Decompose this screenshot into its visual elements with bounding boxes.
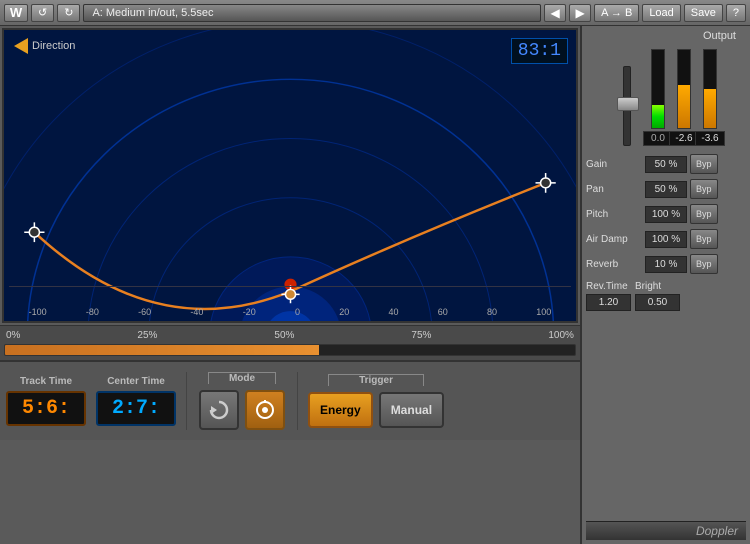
mode-buttons: [199, 390, 285, 430]
redo-button[interactable]: ↻: [57, 4, 80, 22]
progress-area: 0% 25% 50% 75% 100%: [0, 325, 580, 360]
fader-track[interactable]: [623, 66, 631, 146]
toolbar: W ↺ ↻ A: Medium in/out, 5.5sec ◀ ▶ A → B…: [0, 0, 750, 26]
help-button[interactable]: ?: [726, 4, 746, 22]
gain-knob-area: 50 % Byp: [645, 154, 718, 174]
center-time-counter[interactable]: 2:7:: [96, 391, 176, 426]
meter-3-fill: [704, 89, 716, 128]
gain-label: Gain: [586, 159, 641, 170]
meter-2: -2.6: [674, 49, 694, 146]
progress-fill: [5, 345, 319, 355]
brand-label: Doppler: [586, 521, 746, 540]
axis-labels: -100 -80 -60 -40 -20 0 20 40 60 80 100: [4, 307, 576, 317]
meter-1: 0.0: [648, 49, 668, 146]
radar-time-display: 83:1: [511, 38, 568, 64]
progress-track[interactable]: [4, 344, 576, 356]
meter-3-track: [703, 49, 717, 129]
track-time-section: Track Time 5:6:: [6, 376, 86, 426]
bright-value[interactable]: 0.50: [635, 294, 680, 311]
undo-button[interactable]: ↺: [31, 4, 54, 22]
gain-param-row: Gain 50 % Byp: [586, 154, 746, 174]
trigger-buttons: Energy Manual: [308, 392, 444, 428]
pan-byp-button[interactable]: Byp: [690, 179, 718, 199]
reverb-knob-area: 10 % Byp: [645, 254, 718, 274]
pitch-byp-button[interactable]: Byp: [690, 204, 718, 224]
rev-time-param: Rev.Time 1.20: [586, 281, 631, 311]
reverb-byp-button[interactable]: Byp: [690, 254, 718, 274]
rev-time-value[interactable]: 1.20: [586, 294, 631, 311]
center-time-section: Center Time 2:7:: [96, 376, 176, 426]
ab-button[interactable]: A → B: [594, 4, 639, 22]
trigger-label: Trigger: [328, 374, 424, 386]
mode-btn-1[interactable]: [199, 390, 239, 430]
output-section: Output 0.0: [586, 30, 746, 146]
meters-row: 0.0 -2.6 -3.6: [612, 46, 720, 146]
meter-2-fill: [678, 85, 690, 128]
air-damp-param-row: Air Damp 100 % Byp: [586, 229, 746, 249]
bright-param: Bright 0.50: [635, 281, 680, 311]
load-button[interactable]: Load: [642, 4, 680, 22]
rev-time-label: Rev.Time: [586, 281, 631, 292]
reverb-value[interactable]: 10 %: [645, 256, 687, 273]
energy-trigger-button[interactable]: Energy: [308, 392, 373, 428]
gain-byp-button[interactable]: Byp: [690, 154, 718, 174]
pitch-knob-area: 100 % Byp: [645, 204, 718, 224]
radar-display: Direction 83:1 -100 -80 -60 -40 -20 0 20…: [2, 28, 578, 323]
center-time-label: Center Time: [107, 376, 165, 387]
pitch-label: Pitch: [586, 209, 641, 220]
manual-trigger-button[interactable]: Manual: [379, 392, 444, 428]
right-panel: Output 0.0: [580, 26, 750, 544]
track-time-label: Track Time: [20, 376, 72, 387]
trigger-section: Trigger Energy Manual: [308, 374, 444, 428]
progress-labels: 0% 25% 50% 75% 100%: [4, 330, 576, 341]
meter-3-value: -3.6: [695, 131, 725, 146]
meter-1-track: [651, 49, 665, 129]
pan-label: Pan: [586, 184, 641, 195]
direction-label: Direction: [14, 38, 75, 54]
next-preset-button[interactable]: ▶: [569, 4, 591, 22]
bright-label: Bright: [635, 281, 680, 292]
bottom-controls: Track Time 5:6: Center Time 2:7: Mode: [0, 360, 580, 440]
output-label: Output: [586, 30, 746, 42]
meter-3: -3.6: [700, 49, 720, 146]
meter-2-track: [677, 49, 691, 129]
air-damp-knob-area: 100 % Byp: [645, 229, 718, 249]
mode-section: Mode: [186, 372, 298, 430]
pan-param-row: Pan 50 % Byp: [586, 179, 746, 199]
right-bottom-row: Rev.Time 1.20 Bright 0.50: [586, 281, 746, 311]
air-damp-byp-button[interactable]: Byp: [690, 229, 718, 249]
pitch-value[interactable]: 100 %: [645, 206, 687, 223]
right-controls: Gain 50 % Byp Pan 50 % Byp Pitch 100 % B…: [586, 154, 746, 311]
track-time-counter[interactable]: 5:6:: [6, 391, 86, 426]
reverb-param-row: Reverb 10 % Byp: [586, 254, 746, 274]
air-damp-value[interactable]: 100 %: [645, 231, 687, 248]
pitch-param-row: Pitch 100 % Byp: [586, 204, 746, 224]
pan-knob-area: 50 % Byp: [645, 179, 718, 199]
mode-label: Mode: [208, 372, 276, 384]
gain-value[interactable]: 50 %: [645, 156, 687, 173]
meter-1-fill: [652, 105, 664, 128]
fader-thumb[interactable]: [617, 97, 639, 111]
prev-preset-button[interactable]: ◀: [544, 4, 566, 22]
mode-btn-2[interactable]: [245, 390, 285, 430]
air-damp-label: Air Damp: [586, 234, 641, 245]
waves-logo[interactable]: W: [4, 4, 28, 22]
pan-value[interactable]: 50 %: [645, 181, 687, 198]
fader-container: [612, 66, 642, 146]
preset-name: A: Medium in/out, 5.5sec: [83, 4, 541, 22]
main-content: Direction 83:1 -100 -80 -60 -40 -20 0 20…: [0, 26, 750, 544]
direction-arrow-icon: [14, 38, 28, 54]
reverb-label: Reverb: [586, 259, 641, 270]
left-panel: Direction 83:1 -100 -80 -60 -40 -20 0 20…: [0, 26, 580, 544]
save-button[interactable]: Save: [684, 4, 723, 22]
